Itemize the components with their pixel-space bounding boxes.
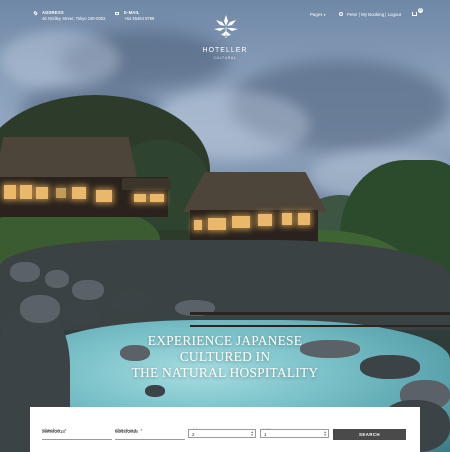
hero-headline: EXPERIENCE JAPANESE CULTURED IN THE NATU… — [100, 333, 350, 381]
search-button[interactable]: SEARCH — [333, 429, 406, 440]
window-light — [282, 213, 292, 225]
window-light — [36, 187, 48, 199]
roof — [122, 178, 170, 190]
checkin-underline — [42, 439, 112, 440]
children-select[interactable]: 1 ▴ ▾ — [260, 429, 329, 438]
hero-line-1: EXPERIENCE JAPANESE — [147, 333, 303, 348]
rock — [10, 262, 40, 282]
roof — [183, 172, 327, 212]
cloud — [0, 30, 120, 90]
address-text: 46 Gridley Street, Tokyo 190-0002 — [42, 15, 106, 21]
email-block: E-MAIL +64 45464 8769 — [124, 10, 154, 21]
rock — [145, 385, 165, 397]
pages-menu-label: Pages — [310, 12, 323, 17]
brand-name[interactable]: HOTELLER — [175, 47, 275, 54]
window-light — [150, 194, 164, 202]
window-light — [56, 188, 66, 198]
rock — [45, 270, 69, 288]
brand-tagline: CULTURAL — [213, 56, 237, 60]
window-light — [20, 185, 32, 199]
window-light — [232, 216, 250, 228]
rock — [110, 290, 150, 312]
stepper-arrows-icon: ▴ ▾ — [324, 430, 326, 438]
chevron-down-icon: ▾ — [323, 13, 326, 17]
roof — [0, 137, 137, 177]
checkin-input[interactable]: 29/09/2018 — [42, 429, 65, 434]
user-icon[interactable] — [339, 12, 343, 16]
children-value: 1 — [264, 431, 267, 437]
rock — [20, 295, 60, 323]
wooden-walkway — [190, 312, 450, 315]
mail-icon — [115, 12, 119, 15]
pages-menu[interactable]: Pages ▾ — [310, 12, 325, 17]
map-pin-icon — [33, 10, 38, 16]
adults-select[interactable]: 2 ▴ ▾ — [188, 429, 256, 438]
window-light — [208, 218, 226, 230]
checkout-underline — [115, 439, 185, 440]
required-mark: * — [140, 428, 143, 433]
stepper-arrows-icon: ▴ ▾ — [251, 430, 253, 438]
hero-line-2: CULTURED IN — [179, 349, 271, 364]
window-light — [72, 187, 86, 199]
logo-leaf-icon[interactable] — [213, 14, 239, 40]
window-light — [298, 213, 310, 225]
email-text: +64 45464 8769 — [124, 15, 155, 21]
checkin-field[interactable]: Check-in * 29/09/2018 — [42, 419, 112, 440]
window-light — [4, 185, 16, 199]
window-light — [194, 220, 202, 230]
user-links[interactable]: Peter | My Booking | Logout — [347, 12, 401, 17]
window-light — [258, 214, 272, 226]
window-light — [96, 190, 112, 202]
address-block: ADDRESS 46 Gridley Street, Tokyo 190-000… — [42, 10, 105, 21]
cart-icon[interactable] — [412, 12, 417, 16]
rock — [360, 355, 420, 379]
walkway-rail — [190, 325, 450, 327]
rock — [72, 280, 104, 300]
checkout-input[interactable]: 03/10/2018 — [115, 429, 138, 434]
checkout-field[interactable]: Check-out * 03/10/2018 — [115, 419, 185, 440]
rock — [65, 300, 100, 325]
booking-form: Check-in * 29/09/2018 Check-out * 03/10/… — [30, 407, 420, 452]
hero-background — [0, 0, 450, 452]
cart-count-badge: 0 — [418, 8, 423, 13]
hero-line-3: THE NATURAL HOSPITALITY — [131, 365, 319, 380]
adults-value: 2 — [192, 431, 195, 437]
window-light — [134, 194, 146, 202]
